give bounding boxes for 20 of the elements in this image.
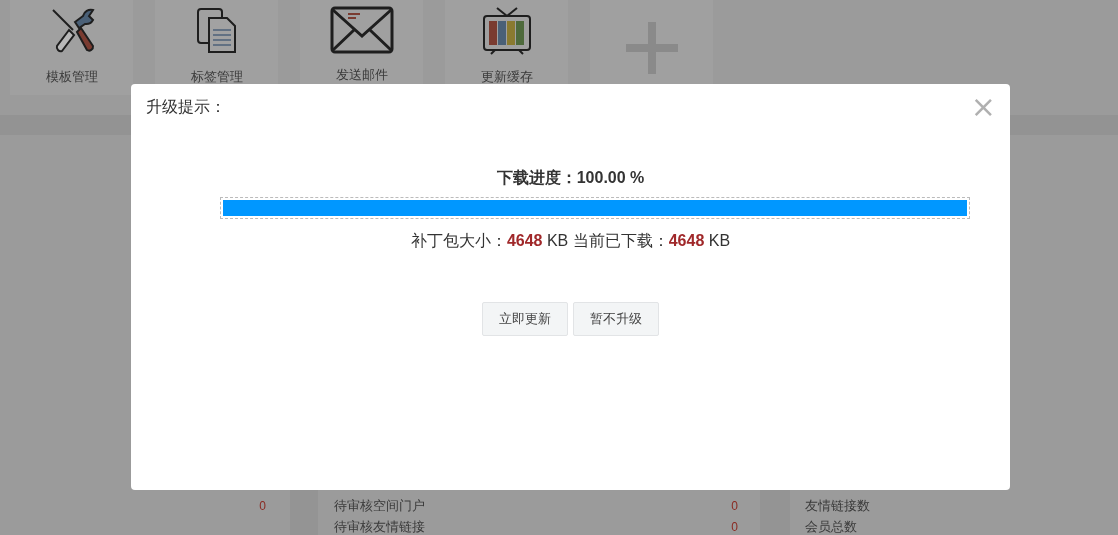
tile-label: 更新缓存 [480, 68, 533, 86]
count-value: 0 [731, 498, 738, 513]
tile-label: 标签管理 [190, 68, 243, 86]
count-value: 0 [259, 498, 266, 513]
envelope-icon [329, 6, 394, 54]
documents-icon [194, 6, 239, 56]
tv-icon [480, 6, 533, 56]
dialog-button[interactable]: 暂不升级 [573, 302, 659, 336]
row-label: 友情链接数 [805, 496, 870, 515]
progress-label: 下载进度：100.00 % [496, 168, 645, 188]
row-label: 待审核空间门户 [334, 496, 425, 515]
dialog-button[interactable]: 立即更新 [482, 302, 568, 336]
size-info: 补丁包大小：4648 KB 当前已下载：4648 KB [410, 231, 731, 251]
count-value: 0 [731, 519, 738, 534]
row-label: 待审核友情链接 [334, 517, 425, 535]
shortcut-tile[interactable]: 模板管理 [10, 0, 133, 95]
tile-label: 发送邮件 [335, 66, 388, 84]
dialog-title: 升级提示： [146, 96, 226, 117]
row-label: 会员总数 [805, 517, 857, 535]
tile-label: 模板管理 [45, 68, 98, 86]
